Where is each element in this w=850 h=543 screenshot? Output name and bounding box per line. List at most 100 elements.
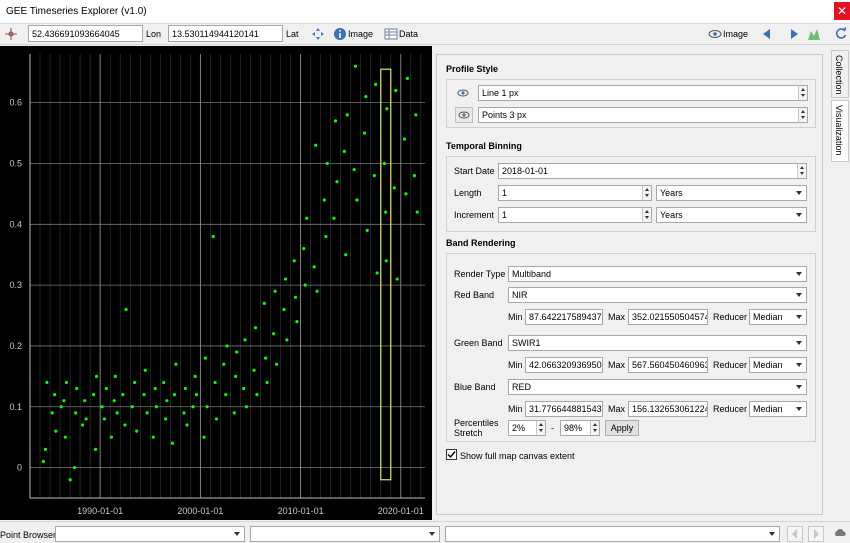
- data-point: [43, 447, 47, 451]
- crosshair-icon[interactable]: [4, 27, 18, 41]
- percentile-low-field[interactable]: 2%: [508, 420, 546, 436]
- red-min-field[interactable]: 87.6422175894375: [525, 309, 603, 325]
- percentile-high-field[interactable]: 98%: [560, 420, 600, 436]
- data-point: [375, 271, 379, 275]
- image-label[interactable]: Image: [348, 29, 373, 39]
- start-date-spinner[interactable]: [797, 164, 806, 178]
- show-full-extent-label[interactable]: Show full map canvas extent: [460, 451, 575, 461]
- length-unit-select[interactable]: Years: [656, 185, 807, 201]
- point-browser-label: Point Browser: [0, 530, 57, 540]
- image-right-label[interactable]: Image: [723, 29, 748, 39]
- x-tick-label: 1990-01-01: [77, 506, 123, 516]
- chevron-down-icon: [796, 191, 802, 195]
- next-arrow-icon[interactable]: [787, 27, 801, 41]
- line-style-spinner[interactable]: [798, 86, 807, 100]
- increment-unit-value: Years: [660, 210, 683, 220]
- timeseries-plot[interactable]: 0 0.1 0.2 0.3 0.4 0.5 0.6 1990-01-01 2000-01-01 2…: [0, 46, 432, 520]
- green-min-field[interactable]: 42.06632093695089: [525, 357, 603, 373]
- length-spinner[interactable]: [642, 186, 651, 200]
- percentile-high-value: 98%: [564, 423, 583, 433]
- data-point: [235, 350, 239, 354]
- increment-spinner[interactable]: [642, 208, 651, 222]
- red-max-field[interactable]: 352.0215505045744: [628, 309, 708, 325]
- render-type-select[interactable]: Multiband: [508, 266, 807, 282]
- next-point-icon[interactable]: [808, 526, 824, 542]
- chevron-down-icon: [769, 532, 775, 536]
- green-max-field[interactable]: 567.5604504609637: [628, 357, 708, 373]
- green-band-select[interactable]: SWIR1: [508, 335, 807, 351]
- red-band-select[interactable]: NIR: [508, 287, 807, 303]
- apply-button[interactable]: Apply: [605, 420, 639, 436]
- tab-visualization[interactable]: Visualization: [831, 100, 849, 162]
- data-point: [322, 198, 326, 202]
- chevron-down-icon: [796, 213, 802, 217]
- start-date-field[interactable]: 2018-01-01: [498, 163, 807, 179]
- data-point: [362, 131, 367, 135]
- red-reducer-select[interactable]: Median: [749, 309, 807, 325]
- data-point: [414, 113, 418, 117]
- show-full-extent-checkbox[interactable]: [446, 449, 457, 460]
- y-tick-label: 0.2: [9, 341, 22, 351]
- band-rendering-title: Band Rendering: [446, 238, 516, 248]
- length-field[interactable]: 1: [498, 185, 652, 201]
- increment-field[interactable]: 1: [498, 207, 652, 223]
- profile-style-group: Line 1 px Points 3 px: [446, 79, 816, 128]
- chevron-down-icon: [796, 293, 802, 297]
- info-icon[interactable]: [333, 27, 347, 41]
- latitude-input[interactable]: 52.436691093664045: [28, 25, 143, 42]
- data-point: [130, 405, 134, 409]
- refresh-icon[interactable]: [834, 26, 848, 40]
- selected-bin-highlight: [380, 68, 392, 481]
- increment-unit-select[interactable]: Years: [656, 207, 807, 223]
- data-point: [315, 289, 319, 293]
- chart-icon[interactable]: [807, 27, 821, 41]
- percentile-low-spinner[interactable]: [536, 421, 545, 435]
- data-point: [132, 380, 137, 385]
- previous-arrow-icon[interactable]: [760, 27, 774, 41]
- data-point: [342, 149, 346, 153]
- data-point: [153, 386, 157, 391]
- line-visibility-toggle[interactable]: [455, 86, 473, 102]
- data-point: [74, 411, 78, 415]
- blue-reducer-select[interactable]: Median: [749, 401, 807, 417]
- green-band-value: SWIR1: [512, 338, 541, 348]
- point-browser-select-1[interactable]: [55, 526, 245, 542]
- data-point: [45, 380, 49, 385]
- tab-collection[interactable]: Collection: [831, 50, 849, 98]
- data-point: [402, 137, 407, 141]
- points-style-spinner[interactable]: [798, 108, 807, 122]
- longitude-input[interactable]: 13.530114944120141: [168, 25, 283, 42]
- chevron-down-icon: [796, 407, 802, 411]
- eye-icon[interactable]: [708, 27, 722, 41]
- data-point: [52, 393, 57, 397]
- pan-icon[interactable]: [311, 27, 325, 41]
- data-point: [243, 338, 247, 342]
- data-point: [224, 393, 228, 397]
- percentile-high-spinner[interactable]: [590, 421, 599, 435]
- blue-min-field[interactable]: 31.77664488154318: [525, 401, 603, 417]
- green-reducer-select[interactable]: Median: [749, 357, 807, 373]
- timeseries-chart[interactable]: 0 0.1 0.2 0.3 0.4 0.5 0.6 1990-01-01 2000-01-01 2…: [0, 46, 432, 520]
- data-point: [50, 411, 54, 415]
- blue-max-field[interactable]: 156.1326530612246: [628, 401, 708, 417]
- points-visibility-toggle[interactable]: [455, 107, 473, 123]
- close-button[interactable]: ✕: [834, 2, 850, 20]
- data-point: [404, 192, 408, 196]
- point-browser-select-2[interactable]: [250, 526, 440, 542]
- cloud-icon[interactable]: [833, 526, 847, 540]
- data-label[interactable]: Data: [399, 29, 418, 39]
- point-browser-select-3[interactable]: [445, 526, 780, 542]
- data-point: [104, 386, 108, 391]
- profile-style-title: Profile Style: [446, 64, 499, 74]
- data-point: [364, 94, 368, 99]
- table-icon[interactable]: [384, 27, 398, 41]
- data-point: [59, 405, 63, 409]
- line-style-field[interactable]: Line 1 px: [478, 85, 808, 101]
- data-point: [81, 423, 85, 427]
- previous-point-icon[interactable]: [787, 526, 803, 542]
- data-point: [213, 380, 217, 385]
- data-point: [415, 210, 419, 214]
- blue-band-select[interactable]: RED: [508, 379, 807, 395]
- data-point: [100, 405, 104, 409]
- points-style-field[interactable]: Points 3 px: [478, 107, 808, 123]
